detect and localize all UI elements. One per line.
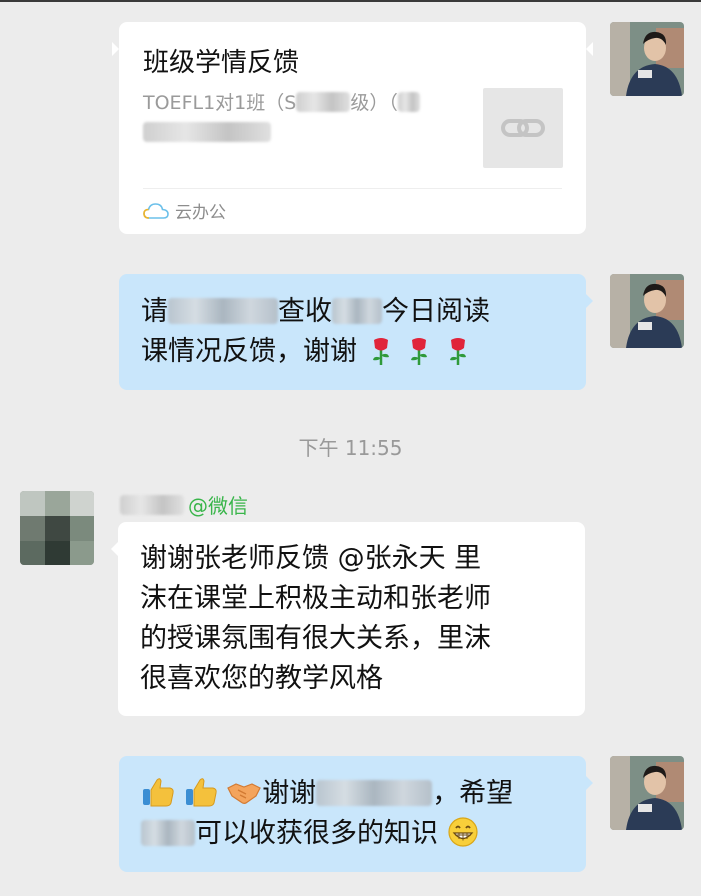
- message-bubble-incoming[interactable]: 谢谢张老师反馈 @张永天 里 沫在课堂上积极主动和张老师 的授课氛围有很大关系，…: [111, 522, 585, 716]
- blurred-text: [168, 298, 278, 324]
- blurred-text: [141, 820, 195, 846]
- blurred-text: [332, 298, 382, 324]
- message-text: 请查收 今日阅读 课情况反馈，谢谢: [141, 296, 490, 367]
- thumbs-up-icon: [143, 778, 174, 807]
- card-description: TOEFL1对1班（S 级）（: [143, 88, 473, 148]
- link-card-bubble[interactable]: 班级学情反馈 TOEFL1对1班（S 级）（ 云办公: [112, 22, 593, 234]
- avatar-self[interactable]: [610, 274, 684, 348]
- blurred-text: [120, 494, 184, 515]
- cloud-icon: [143, 202, 169, 219]
- sender-source-tag: @微信: [188, 494, 248, 518]
- sender-name: @微信: [120, 490, 248, 519]
- blurred-text: [296, 92, 351, 112]
- card-thumbnail: [483, 88, 563, 168]
- card-source-label: 云办公: [175, 203, 226, 223]
- message-text: 谢谢 ，希望 可以收获很多的知识: [141, 774, 564, 854]
- handshake-icon: [227, 783, 261, 804]
- rose-icon: [411, 338, 428, 365]
- avatar-self[interactable]: [610, 22, 684, 96]
- grin-emoji-icon: [447, 817, 478, 847]
- message-bubble-outgoing[interactable]: 请查收 今日阅读 课情况反馈，谢谢: [119, 274, 593, 390]
- card-title: 班级学情反馈: [143, 48, 300, 78]
- rose-icon: [372, 338, 389, 365]
- blurred-text: [316, 780, 433, 806]
- message-bubble-outgoing[interactable]: 谢谢 ，希望 可以收获很多的知识: [119, 756, 593, 872]
- message-text: 谢谢张老师反馈 @张永天 里 沫在课堂上积极主动和张老师 的授课氛围有很大关系，…: [140, 543, 491, 694]
- chat-timestamp: 下午 11:55: [298, 436, 403, 460]
- thumbs-up-icon: [185, 778, 217, 807]
- rose-icon: [449, 338, 466, 365]
- window-top-border: [0, 0, 701, 2]
- link-icon: [501, 119, 545, 137]
- card-divider: [143, 188, 562, 189]
- avatar-self[interactable]: [610, 756, 684, 830]
- card-source: 云办公: [143, 198, 226, 223]
- blurred-text: [397, 92, 420, 112]
- blurred-text: [143, 122, 271, 142]
- avatar-contact[interactable]: [20, 491, 94, 565]
